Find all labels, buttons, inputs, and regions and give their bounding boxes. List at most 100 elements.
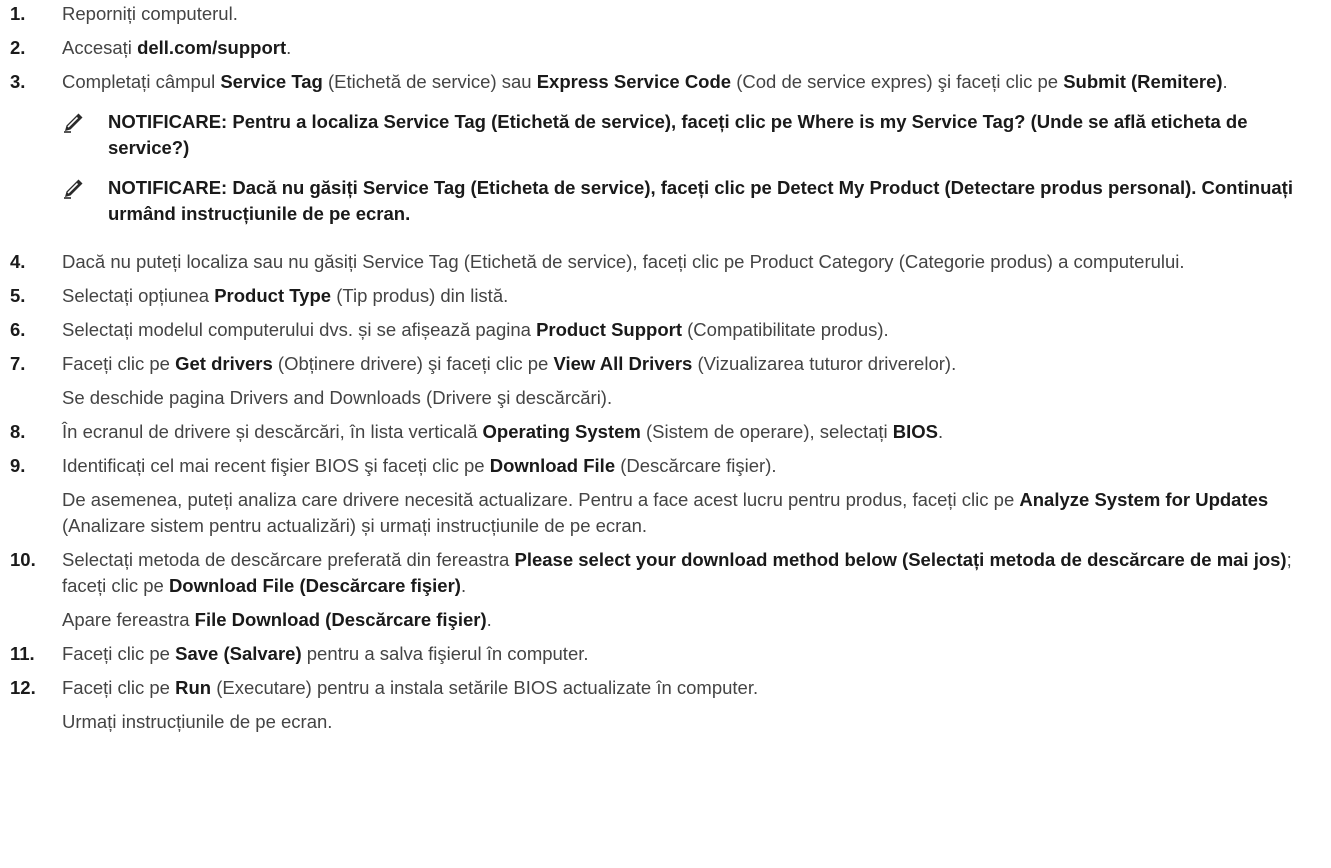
step-number: 2. xyxy=(10,37,26,58)
step-body: Faceți clic pe Save (Salvare) pentru a s… xyxy=(62,641,1321,667)
text-span: În ecranul de drivere și descărcări, în … xyxy=(62,421,483,442)
step-number: 3. xyxy=(10,71,26,92)
note: NOTIFICARE: Dacă nu găsiți Service Tag (… xyxy=(62,175,1321,227)
step-item: 4. Dacă nu puteți localiza sau nu găsiți … xyxy=(10,249,1321,275)
step-number: 6. xyxy=(10,319,26,340)
text-span: (Tip produs) din listă. xyxy=(331,285,509,306)
step-item: 12. Faceți clic pe Run (Executare) pentru… xyxy=(10,675,1321,735)
step-text: Faceți clic pe Run (Executare) pentru a … xyxy=(62,675,1321,701)
step-text: Faceți clic pe Save (Salvare) pentru a s… xyxy=(62,641,1321,667)
bold-text: Product Support xyxy=(536,319,682,340)
text-span: Accesați xyxy=(62,37,138,58)
step-item: 3. Completați câmpul Service Tag (Etichet… xyxy=(10,69,1321,241)
step-subtext: De asemenea, puteți analiza care drivere… xyxy=(62,487,1321,539)
text-span: . xyxy=(486,609,492,630)
text-span: Faceți clic pe xyxy=(62,643,176,664)
step-item: 11. Faceți clic pe Save (Salvare) pentru … xyxy=(10,641,1321,667)
steps-list: 1. Reporniți computerul. 2. Accesați dell.c… xyxy=(10,1,1321,735)
step-item: 9. Identificați cel mai recent fişier BIO… xyxy=(10,453,1321,539)
note-text: NOTIFICARE: Dacă nu găsiți Service Tag (… xyxy=(108,177,1293,224)
step-item: 5. Selectați opțiunea Product Type (Tip p… xyxy=(10,283,1321,309)
step-number: 8. xyxy=(10,421,26,442)
step-text: Selectați opțiunea Product Type (Tip pro… xyxy=(62,283,1321,309)
bold-text: dell.com/support xyxy=(137,37,287,58)
bold-text: Please select your download method below… xyxy=(514,549,1287,570)
step-body: Selectați modelul computerului dvs. și s… xyxy=(62,317,1321,343)
step-number: 12. xyxy=(10,677,36,698)
step-body: Selectați opțiunea Product Type (Tip pro… xyxy=(62,283,1321,309)
bold-text: Get drivers xyxy=(175,353,273,374)
bold-text: Save (Salvare) xyxy=(175,643,302,664)
text-span: Selectați opțiunea xyxy=(62,285,215,306)
step-body: Dacă nu puteți localiza sau nu găsiți Se… xyxy=(62,249,1321,275)
step-text: Dacă nu puteți localiza sau nu găsiți Se… xyxy=(62,249,1321,275)
bold-text: File Download (Descărcare fişier) xyxy=(194,609,487,630)
bold-text: Express Service Code xyxy=(536,71,732,92)
bold-text: Download File (Descărcare fişier) xyxy=(168,575,461,596)
bold-text: Run xyxy=(175,677,212,698)
step-body: Selectați metoda de descărcare preferată… xyxy=(62,547,1321,633)
step-item: 7. Faceți clic pe Get drivers (Obținere d… xyxy=(10,351,1321,411)
step-body: Faceți clic pe Get drivers (Obținere dri… xyxy=(62,351,1321,411)
step-number: 4. xyxy=(10,251,26,272)
text-span: . xyxy=(286,37,292,58)
pencil-note-icon xyxy=(62,175,108,201)
step-subtext: Apare fereastra File Download (Descărcar… xyxy=(62,607,1321,633)
step-text: Reporniți computerul. xyxy=(62,1,1321,27)
step-text: Completați câmpul Service Tag (Etichetă … xyxy=(62,69,1321,95)
bold-text: Analyze System for Updates xyxy=(1019,489,1269,510)
step-item: 10. Selectați metoda de descărcare prefer… xyxy=(10,547,1321,633)
note-text: NOTIFICARE: Pentru a localiza Service Ta… xyxy=(108,111,1248,158)
step-text: Identificați cel mai recent fişier BIOS … xyxy=(62,453,1321,479)
step-text: Selectați metoda de descărcare preferată… xyxy=(62,547,1321,599)
bold-text: BIOS xyxy=(892,421,939,442)
text-span: Selectați metoda de descărcare preferată… xyxy=(62,549,515,570)
step-number: 10. xyxy=(10,549,36,570)
text-span: (Obținere drivere) şi faceți clic pe xyxy=(272,353,554,374)
step-number: 1. xyxy=(10,3,26,24)
bold-text: Product Type xyxy=(214,285,332,306)
step-body: Completați câmpul Service Tag (Etichetă … xyxy=(62,69,1321,241)
text-span: Completați câmpul xyxy=(62,71,221,92)
text-span: Selectați modelul computerului dvs. și s… xyxy=(62,319,537,340)
step-item: 8. În ecranul de drivere și descărcări, î… xyxy=(10,419,1321,445)
bold-text: Operating System xyxy=(482,421,641,442)
pencil-note-icon xyxy=(62,109,108,135)
step-item: 6. Selectați modelul computerului dvs. și… xyxy=(10,317,1321,343)
note: NOTIFICARE: Pentru a localiza Service Ta… xyxy=(62,109,1321,161)
text-span: Se deschide pagina Drivers and Downloads… xyxy=(62,387,613,408)
text-span: (Analizare sistem pentru actualizări) și… xyxy=(62,515,648,536)
step-text: În ecranul de drivere și descărcări, în … xyxy=(62,419,1321,445)
text-span: (Descărcare fişier). xyxy=(615,455,777,476)
instruction-document: 1. Reporniți computerul. 2. Accesați dell.c… xyxy=(0,0,1331,868)
step-text: Selectați modelul computerului dvs. și s… xyxy=(62,317,1321,343)
text-span: (Compatibilitate produs). xyxy=(682,319,889,340)
text-span: Dacă nu puteți localiza sau nu găsiți Se… xyxy=(62,251,1185,272)
step-body: Accesați dell.com/support. xyxy=(62,35,1321,61)
text-span: (Etichetă de service) sau xyxy=(322,71,537,92)
text-span: . xyxy=(1222,71,1228,92)
step-item: 2. Accesați dell.com/support. xyxy=(10,35,1321,61)
step-number: 9. xyxy=(10,455,26,476)
text-span: (Vizualizarea tuturor driverelor). xyxy=(692,353,957,374)
step-text: Faceți clic pe Get drivers (Obținere dri… xyxy=(62,351,1321,377)
step-number: 5. xyxy=(10,285,26,306)
step-body: În ecranul de drivere și descărcări, în … xyxy=(62,419,1321,445)
text-span: Identificați cel mai recent fişier BIOS … xyxy=(62,455,490,476)
text-span: (Executare) pentru a instala setările BI… xyxy=(211,677,759,698)
bold-text: Submit (Remitere) xyxy=(1063,71,1223,92)
text-span: . xyxy=(938,421,944,442)
step-subtext: Se deschide pagina Drivers and Downloads… xyxy=(62,385,1321,411)
step-body: Reporniți computerul. xyxy=(62,1,1321,27)
text-span: Faceți clic pe xyxy=(62,677,176,698)
text-span: . xyxy=(460,575,467,596)
step-subtext: Urmați instrucțiunile de pe ecran. xyxy=(62,709,1321,735)
text-span: (Sistem de operare), selectați xyxy=(640,421,893,442)
step-body: Faceți clic pe Run (Executare) pentru a … xyxy=(62,675,1321,735)
bold-text: Download File xyxy=(489,455,616,476)
text-span: Reporniți computerul. xyxy=(62,3,238,24)
text-span: De asemenea, puteți analiza care drivere… xyxy=(62,489,1020,510)
step-number: 7. xyxy=(10,353,26,374)
text-span: Urmați instrucțiunile de pe ecran. xyxy=(62,711,333,732)
step-number: 11. xyxy=(10,643,35,664)
